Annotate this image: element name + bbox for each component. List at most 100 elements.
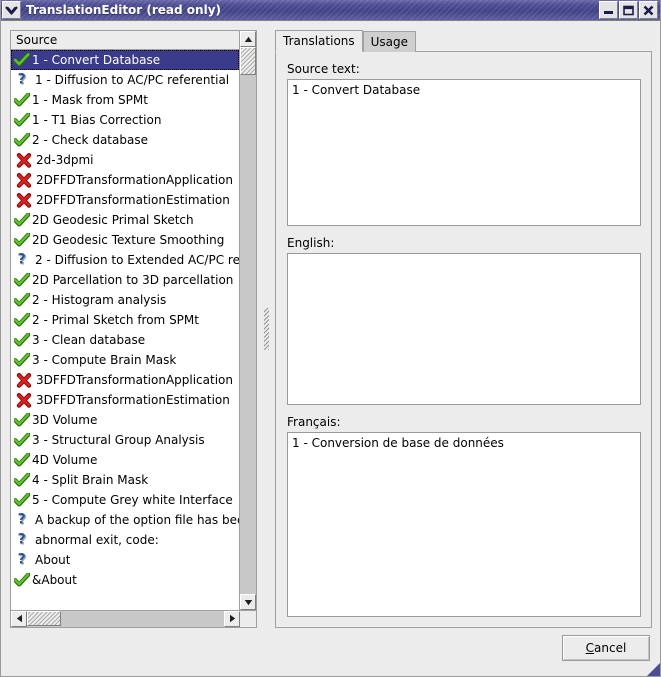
check-icon	[13, 491, 31, 509]
minimize-icon	[602, 5, 615, 16]
list-item-label: A backup of the option file has been	[35, 513, 239, 527]
tab-translations[interactable]: Translations	[275, 30, 363, 52]
source-text-field[interactable]: 1 - Convert Database	[287, 79, 641, 226]
maximize-icon	[622, 5, 635, 16]
list-item[interactable]: 3D Volume	[11, 410, 239, 430]
list-item-label: 5 - Compute Grey white Interface	[32, 493, 233, 507]
list-item-label: 2D Geodesic Primal Sketch	[32, 213, 194, 227]
list-item-label: 2d-3dpmi	[36, 153, 93, 167]
vertical-scroll-thumb[interactable]	[240, 47, 256, 75]
list-item[interactable]: 2DFFDTransformationEstimation	[11, 190, 239, 210]
minimize-button[interactable]	[599, 1, 618, 19]
list-item-label: 2 - Primal Sketch from SPMt	[32, 313, 199, 327]
list-item[interactable]: 1 - Mask from SPMt	[11, 90, 239, 110]
question-icon: ??	[13, 251, 33, 269]
list-item[interactable]: ??About	[11, 550, 239, 570]
list-item[interactable]: 3DFFDTransformationApplication	[11, 370, 239, 390]
question-icon: ??	[13, 531, 33, 549]
list-item[interactable]: 3 - Clean database	[11, 330, 239, 350]
scroll-left-button[interactable]	[11, 611, 27, 627]
list-item-label: 3 - Compute Brain Mask	[32, 353, 176, 367]
window-title: TranslationEditor (read only)	[26, 3, 599, 17]
column-header-source[interactable]: Source	[11, 31, 240, 50]
scroll-down-button[interactable]	[240, 594, 256, 610]
cancel-button-label: ancel	[594, 641, 626, 655]
scroll-right-button[interactable]	[224, 611, 240, 627]
list-item[interactable]: ??A backup of the option file has been	[11, 510, 239, 530]
window-resize-grip[interactable]	[647, 663, 660, 676]
check-icon	[13, 431, 31, 449]
list-item[interactable]: 2DFFDTransformationApplication	[11, 170, 239, 190]
cross-icon	[13, 391, 34, 409]
check-icon	[13, 291, 31, 309]
dialog-button-bar: Cancel	[10, 628, 652, 668]
list-item[interactable]: 2D Geodesic Texture Smoothing	[11, 230, 239, 250]
check-icon	[13, 311, 31, 329]
cancel-button-mnemonic: C	[586, 641, 594, 655]
question-icon: ??	[13, 511, 33, 529]
scroll-right-icon	[229, 612, 236, 626]
check-icon	[13, 211, 31, 229]
list-item[interactable]: 5 - Compute Grey white Interface	[11, 490, 239, 510]
french-label: Français:	[287, 415, 641, 429]
list-item[interactable]: 2 - Check database	[11, 130, 239, 150]
list-item[interactable]: 2D Parcellation to 3D parcellation	[11, 270, 239, 290]
translation-editor-window: TranslationEditor (read only)	[0, 0, 661, 677]
list-item[interactable]: 4D Volume	[11, 450, 239, 470]
list-item[interactable]: &About	[11, 570, 239, 590]
split-container: Source 1 - Convert Database??1 - Diffusi…	[10, 30, 652, 628]
cross-icon	[13, 151, 34, 169]
list-item[interactable]: 3 - Structural Group Analysis	[11, 430, 239, 450]
list-item[interactable]: 3DFFDTransformationEstimation	[11, 390, 239, 410]
horizontal-scroll-thumb[interactable]	[27, 611, 61, 626]
panel-splitter[interactable]	[257, 30, 275, 628]
check-icon	[13, 451, 31, 469]
list-item[interactable]: ??2 - Diffusion to Extended AC/PC ref	[11, 250, 239, 270]
horizontal-scroll-track[interactable]	[27, 611, 224, 627]
list-item[interactable]: ??abnormal exit, code:	[11, 530, 239, 550]
list-item-label: 1 - Mask from SPMt	[32, 93, 148, 107]
list-item-label: &About	[32, 573, 77, 587]
list-item[interactable]: 2 - Primal Sketch from SPMt	[11, 310, 239, 330]
check-icon	[13, 571, 31, 589]
list-item[interactable]: 2D Geodesic Primal Sketch	[11, 210, 239, 230]
source-text-label: Source text:	[287, 62, 641, 76]
list-horizontal-scrollbar[interactable]	[11, 610, 256, 627]
details-panel: Translations Usage Source text: 1 - Conv…	[275, 30, 652, 628]
list-item-label: About	[35, 553, 70, 567]
english-field[interactable]	[287, 253, 641, 405]
maximize-button[interactable]	[619, 1, 638, 19]
check-icon	[13, 411, 31, 429]
list-item-label: 2 - Check database	[32, 133, 148, 147]
system-menu-button[interactable]	[2, 1, 21, 19]
vertical-scroll-track[interactable]	[240, 47, 256, 594]
scroll-up-button[interactable]	[240, 31, 256, 47]
window-titlebar[interactable]: TranslationEditor (read only)	[1, 0, 660, 21]
check-icon	[13, 351, 31, 369]
translations-tab-page: Source text: 1 - Convert Database Englis…	[275, 51, 652, 628]
screenshot-root: TranslationEditor (read only)	[0, 0, 661, 677]
source-list[interactable]: 1 - Convert Database??1 - Diffusion to A…	[11, 50, 240, 610]
french-field[interactable]: 1 - Conversion de base de données	[287, 432, 641, 617]
list-item[interactable]: 2d-3dpmi	[11, 150, 239, 170]
list-item[interactable]: 1 - Convert Database	[11, 50, 239, 70]
list-item[interactable]: 2 - Histogram analysis	[11, 290, 239, 310]
list-item[interactable]: 3 - Compute Brain Mask	[11, 350, 239, 370]
list-item[interactable]: 4 - Split Brain Mask	[11, 470, 239, 490]
list-item[interactable]: ??1 - Diffusion to AC/PC referential	[11, 70, 239, 90]
list-item-label: abnormal exit, code:	[35, 533, 159, 547]
close-button[interactable]	[639, 1, 658, 19]
scroll-left-icon	[16, 612, 23, 626]
cancel-button[interactable]: Cancel	[562, 635, 650, 661]
splitter-grip-icon	[264, 308, 269, 350]
list-item-label: 1 - Diffusion to AC/PC referential	[35, 73, 229, 87]
list-item[interactable]: 1 - T1 Bias Correction	[11, 110, 239, 130]
check-icon	[13, 131, 31, 149]
list-vertical-scrollbar[interactable]	[240, 31, 256, 610]
cross-icon	[13, 191, 34, 209]
window-controls	[599, 1, 658, 19]
check-icon	[13, 51, 31, 69]
list-item-label: 2 - Diffusion to Extended AC/PC ref	[35, 253, 239, 267]
tab-usage[interactable]: Usage	[363, 31, 416, 52]
list-item-label: 4 - Split Brain Mask	[32, 473, 148, 487]
